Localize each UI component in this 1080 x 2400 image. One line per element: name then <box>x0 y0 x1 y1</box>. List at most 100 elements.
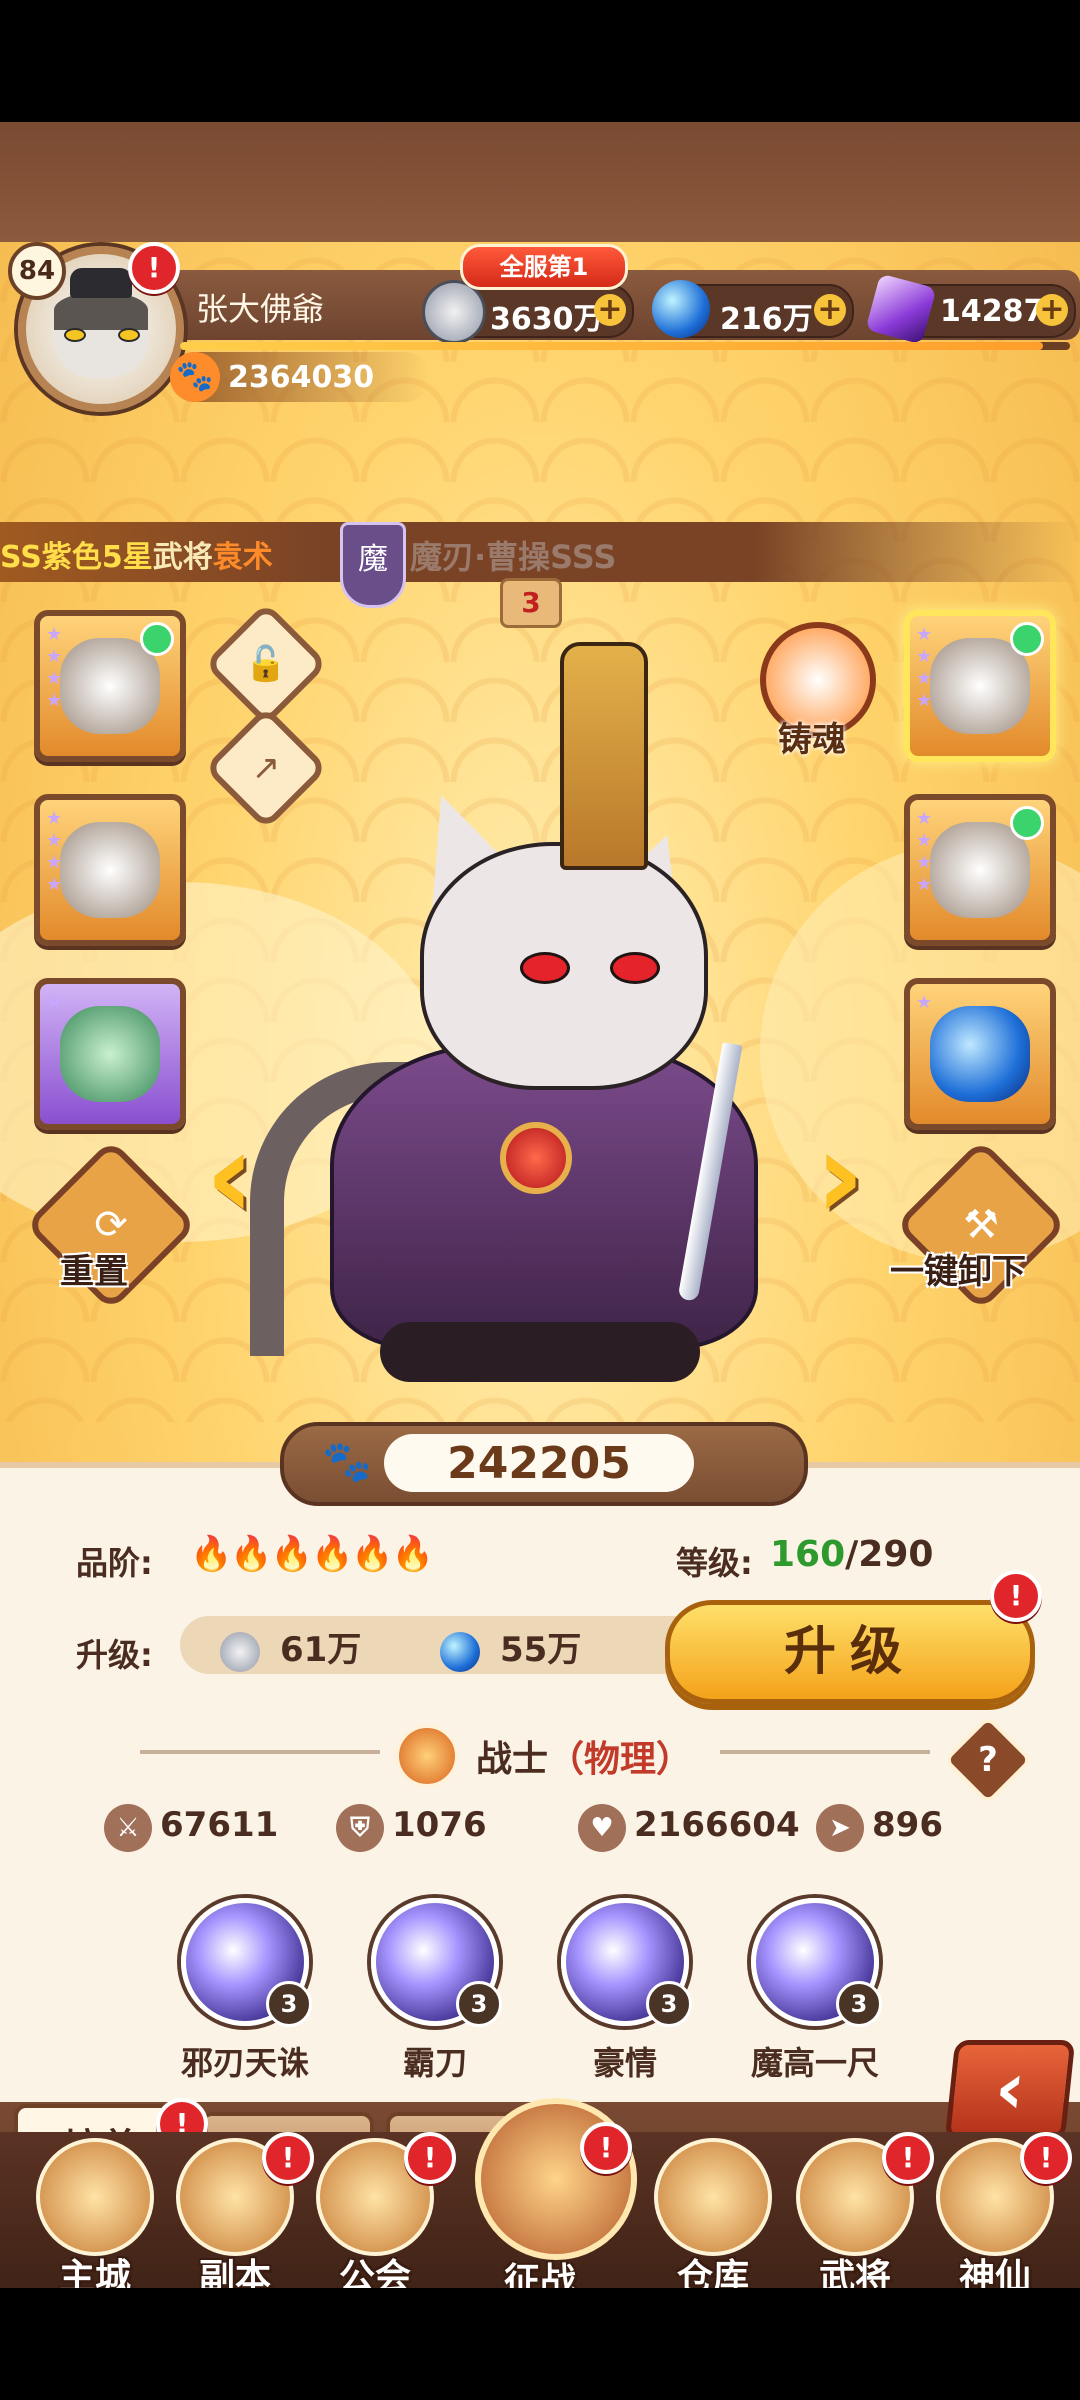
gem-cost-value: 55万 <box>500 1630 582 1670</box>
back-button[interactable]: ‹ <box>944 2040 1076 2140</box>
equipment-slot-treasure[interactable]: ★ <box>904 978 1056 1130</box>
skill-slot[interactable]: 3 邪刃天诛 <box>175 1898 315 2084</box>
slot-stars: ★ ★ ★ ★ <box>916 624 933 711</box>
skill-level: 3 <box>646 1981 692 2027</box>
next-hero-arrow[interactable]: › <box>810 1117 870 1237</box>
skill-name: 霸刀 <box>402 2044 467 2082</box>
nav-main-city[interactable]: 主城 <box>30 2138 160 2288</box>
skill-level: 3 <box>266 1981 312 2027</box>
skill-slot[interactable]: 3 豪情 <box>555 1898 695 2084</box>
crystal-add-button[interactable]: + <box>1036 294 1068 326</box>
blue-orb-icon <box>440 1631 480 1672</box>
class-row: 战士（物理） ? <box>0 1714 1080 1806</box>
upgrade-alert-badge: ! <box>990 1570 1042 1622</box>
slot-stars: ★ ★ ★ ★ <box>46 808 63 895</box>
gem-socket-icon <box>1010 806 1044 840</box>
skill-slot[interactable]: 3 霸刀 <box>365 1898 505 2084</box>
upgrade-cost-bar: 61万 55万 <box>180 1616 740 1674</box>
hero-gem <box>500 1122 572 1194</box>
paw-icon: 🐾 <box>322 1439 372 1485</box>
nav-warehouse[interactable]: 仓库 <box>648 2138 778 2288</box>
skill-name: 邪刃天诛 <box>180 2044 309 2082</box>
equipment-art <box>930 822 1030 918</box>
bottom-navigation: 主城 副本 公会 征战 仓库 武将 神仙 ! ! ! ! ! <box>0 2098 1080 2288</box>
hero-eye <box>610 952 660 984</box>
experience-bar <box>180 342 1070 350</box>
system-navigation-area <box>0 2288 1080 2400</box>
divider-line <box>140 1750 380 1754</box>
heart-icon: ♥ <box>578 1804 626 1852</box>
skill-slot[interactable]: 3 魔高一尺 <box>745 1898 885 2084</box>
class-type: （物理） <box>548 1739 693 1780</box>
equipment-slot-mount[interactable]: ★ <box>34 978 186 1130</box>
attack-value: 67611 <box>160 1805 279 1845</box>
sword-skill-icon: 3 <box>751 1898 882 2027</box>
copper-add-button[interactable]: + <box>594 294 626 326</box>
campaign-alert-badge: ! <box>580 2122 632 2174</box>
gourd-icon <box>930 1006 1030 1102</box>
faction-badge: 魔 <box>340 522 406 608</box>
reset-label: 重置 <box>60 1252 128 1292</box>
hero-level-max: /290 <box>845 1534 934 1575</box>
blade-skill-icon: 3 <box>371 1898 502 2027</box>
skill-level: 3 <box>836 1981 882 2027</box>
help-button[interactable]: ? <box>942 1714 1034 1806</box>
player-power: 🐾 2364030 <box>170 352 430 402</box>
gem-socket-icon <box>1010 622 1044 656</box>
gem-resource[interactable]: 216万 + <box>652 280 854 338</box>
class-name: 战士 <box>476 1739 549 1780</box>
jade-lion-icon <box>60 1006 160 1102</box>
nav-label: 武将 <box>818 2257 891 2288</box>
equipment-slot-weapon[interactable]: ★ ★ ★ ★ <box>34 610 186 762</box>
paw-icon: 🐾 <box>170 352 220 402</box>
ticker-prefix: SS紫色5星 <box>0 540 153 575</box>
gem-cost: 55万 <box>440 1622 581 1672</box>
panel-content: 品阶: 🔥🔥🔥🔥🔥🔥 等级: 160/290 升级: 61万 55万 升级 ! … <box>0 1468 1080 2108</box>
screen: 84 ! 张大佛爺 3630万 + 216万 + 14287 + 🐾 23640… <box>0 0 1080 2400</box>
nav-label: 公会 <box>338 2257 411 2288</box>
hero-level-current: 160 <box>770 1534 846 1575</box>
defense-value: 1076 <box>392 1805 487 1845</box>
slot-stars: ★ ★ ★ ★ <box>916 808 933 895</box>
nav-label: 神仙 <box>958 2257 1031 2288</box>
ticker-hero: 袁术 <box>212 540 273 575</box>
hero-legs <box>380 1322 700 1382</box>
speed-stat: ➤ 896 <box>816 1804 943 1852</box>
combat-power-value: 242205 <box>447 1438 631 1489</box>
ticker-mid: 武将 <box>152 540 213 575</box>
header-band <box>0 122 1080 242</box>
player-power-value: 2364030 <box>228 360 375 395</box>
castle-icon <box>36 2138 154 2256</box>
player-level-badge: 84 <box>8 242 66 300</box>
avatar-eye <box>118 328 140 342</box>
hero-character <box>230 642 850 1402</box>
avatar-alert-badge: ! <box>128 242 180 294</box>
nav-label: 副本 <box>198 2257 271 2288</box>
gem-add-button[interactable]: + <box>814 294 846 326</box>
previous-hero-arrow[interactable]: ‹ <box>200 1117 260 1237</box>
gem-amount: 216万 <box>720 302 813 337</box>
copper-amount: 3630万 <box>490 302 604 337</box>
attack-stat: ⚔ 67611 <box>104 1804 278 1852</box>
upgrade-button[interactable]: 升级 <box>665 1600 1035 1704</box>
equipment-art <box>930 638 1030 734</box>
copper-resource[interactable]: 3630万 + <box>422 280 634 344</box>
hp-value: 2166604 <box>634 1805 800 1845</box>
avatar-eye <box>64 328 86 342</box>
nav-label: 征战 <box>503 2261 576 2288</box>
equipment-slot-helmet[interactable]: ★ ★ ★ ★ <box>904 610 1056 762</box>
equipment-slot-accessory[interactable]: ★ ★ ★ ★ <box>904 794 1056 946</box>
copper-cost: 61万 <box>220 1622 361 1672</box>
slot-stars: ★ <box>916 992 933 1013</box>
equipment-slot-armor[interactable]: ★ ★ ★ ★ <box>34 794 186 946</box>
immortals-alert-badge: ! <box>1020 2132 1072 2184</box>
nav-label: 仓库 <box>676 2257 749 2288</box>
hero-title: 魔刃·曹操SSS <box>410 538 617 576</box>
unequip-all-label: 一键卸下 <box>890 1252 1026 1292</box>
divider-line <box>720 1750 930 1754</box>
hero-detail-panel: 品阶: 🔥🔥🔥🔥🔥🔥 等级: 160/290 升级: 61万 55万 升级 ! … <box>0 1462 1080 2108</box>
copper-coin-icon <box>220 1631 260 1672</box>
constellation-skill-icon: 3 <box>561 1898 692 2027</box>
crystal-resource[interactable]: 14287 + <box>865 273 1076 345</box>
crystal-amount: 14287 <box>940 294 1045 329</box>
